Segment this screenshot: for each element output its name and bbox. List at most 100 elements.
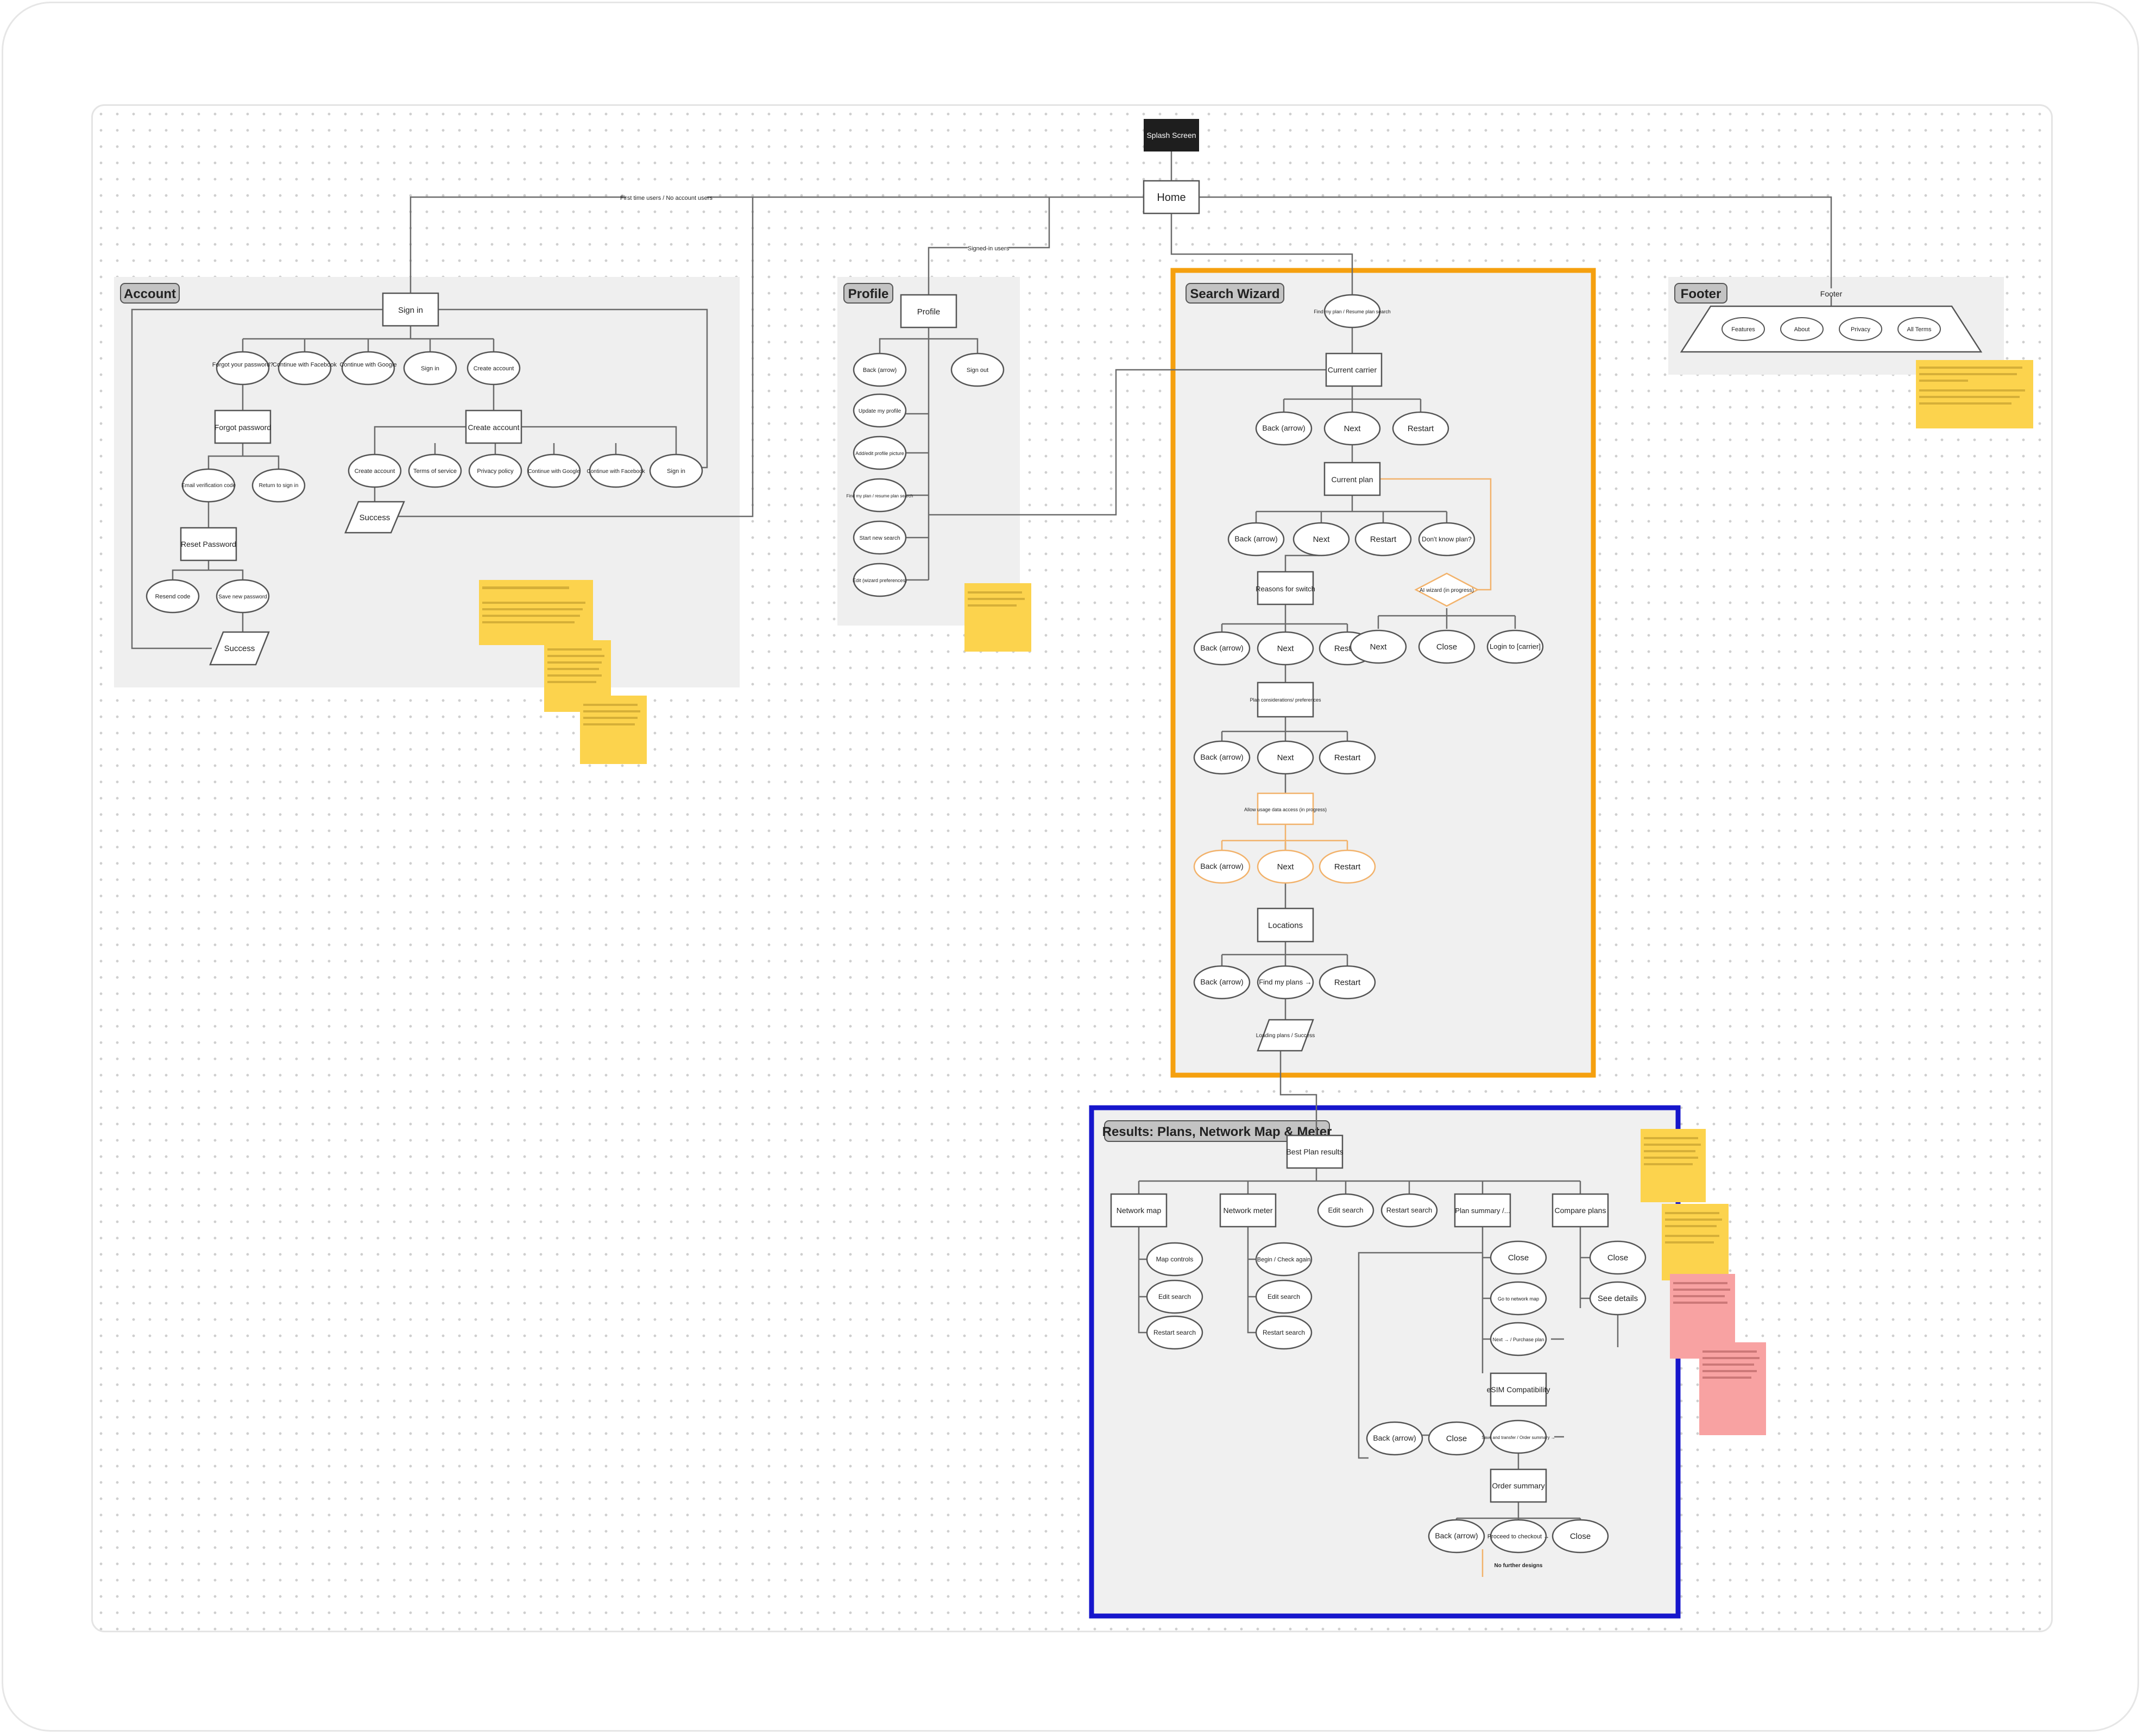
splash-screen-node: Splash Screen bbox=[1144, 119, 1199, 151]
meter-restart-search-node: Restart search bbox=[1255, 1315, 1313, 1350]
plan-considerations-node: Plan considerations/ preferences bbox=[1250, 681, 1321, 718]
svg-text:Map controls: Map controls bbox=[1156, 1255, 1194, 1263]
svg-text:Sign in: Sign in bbox=[421, 365, 439, 372]
find-my-plans-node: Find my plans → bbox=[1257, 965, 1314, 1000]
svg-text:Edit search: Edit search bbox=[1268, 1293, 1300, 1301]
wizard-restart-node: Restart bbox=[1319, 849, 1376, 884]
svg-text:Restart: Restart bbox=[1334, 753, 1361, 762]
svg-text:eSIM Compatibility: eSIM Compatibility bbox=[1487, 1385, 1550, 1394]
svg-text:Edit (wizard preferences): Edit (wizard preferences) bbox=[853, 578, 907, 583]
esim-back-node: Back (arrow) bbox=[1366, 1421, 1423, 1456]
order-close-node: Close bbox=[1552, 1519, 1609, 1554]
sticky-note bbox=[1641, 1129, 1706, 1202]
svg-text:Allow usage data access (in pr: Allow usage data access (in progress) bbox=[1244, 807, 1327, 812]
edit-profile-picture-node: Add/edit profile picture bbox=[853, 435, 907, 470]
svg-text:Restart search: Restart search bbox=[1263, 1329, 1305, 1336]
svg-text:Edit search: Edit search bbox=[1328, 1206, 1363, 1214]
network-map-node: Network map bbox=[1110, 1193, 1168, 1228]
svg-text:Back (arrow): Back (arrow) bbox=[1200, 977, 1243, 986]
svg-text:Continue with Google: Continue with Google bbox=[339, 362, 396, 368]
wizard-back-node: Back (arrow) bbox=[1193, 631, 1251, 666]
svg-text:Close: Close bbox=[1508, 1253, 1529, 1262]
svg-text:Plan summary /...: Plan summary /... bbox=[1455, 1207, 1510, 1215]
svg-text:Current plan: Current plan bbox=[1331, 475, 1373, 484]
svg-text:Home: Home bbox=[1157, 192, 1185, 204]
svg-text:Best Plan results: Best Plan results bbox=[1286, 1147, 1343, 1156]
resend-code-node: Resend code bbox=[146, 579, 200, 614]
svg-text:Create account: Create account bbox=[355, 468, 395, 475]
locations-node: Locations bbox=[1257, 907, 1314, 943]
svg-text:Search Wizard: Search Wizard bbox=[1190, 287, 1279, 301]
svg-text:Add/edit profile picture: Add/edit profile picture bbox=[855, 451, 904, 456]
wizard-restart-node: Restart bbox=[1354, 522, 1412, 557]
wizard-back-node: Back (arrow) bbox=[1193, 965, 1251, 1000]
svg-text:Create account: Create account bbox=[468, 423, 520, 432]
svg-text:Save and transfer / Order summ: Save and transfer / Order summary → bbox=[1481, 1435, 1555, 1440]
svg-text:Success: Success bbox=[224, 644, 255, 653]
svg-text:Current carrier: Current carrier bbox=[1328, 365, 1377, 374]
wizard-next-node: Next bbox=[1257, 631, 1314, 666]
wizard-back-node: Back (arrow) bbox=[1193, 849, 1251, 884]
sticky-note bbox=[479, 580, 593, 645]
svg-text:About: About bbox=[1794, 326, 1810, 333]
svg-text:Order summary: Order summary bbox=[1492, 1481, 1544, 1490]
svg-text:Back (arrow): Back (arrow) bbox=[1373, 1434, 1416, 1442]
svg-text:Splash Screen: Splash Screen bbox=[1146, 131, 1196, 140]
svg-text:Network meter: Network meter bbox=[1223, 1206, 1272, 1215]
return-to-sign-in-node: Return to sign in bbox=[251, 468, 306, 503]
reasons-for-switch-node: Reasons for switch bbox=[1256, 571, 1315, 605]
sticky-note bbox=[580, 696, 647, 764]
svg-text:Save new password: Save new password bbox=[218, 594, 267, 600]
svg-text:Close: Close bbox=[1607, 1253, 1628, 1262]
svg-text:Find my plan / resume plan sea: Find my plan / resume plan search bbox=[847, 494, 913, 498]
ai-close-node: Close bbox=[1418, 629, 1475, 664]
svg-text:Login to [carrier]: Login to [carrier] bbox=[1490, 642, 1541, 651]
svg-text:Back (arrow): Back (arrow) bbox=[1262, 424, 1305, 432]
order-back-node: Back (arrow) bbox=[1428, 1519, 1485, 1554]
go-to-network-map-node: Go to network map bbox=[1490, 1281, 1547, 1316]
svg-text:Privacy: Privacy bbox=[1851, 326, 1871, 333]
flowchart-canvas: Account Profile Search Wizard Footer Res… bbox=[0, 0, 2144, 1736]
ai-next-node: Next bbox=[1350, 629, 1407, 664]
create-account-node: Create account bbox=[465, 409, 522, 444]
continue-google-2-node: Continue with Google bbox=[527, 453, 581, 488]
wizard-next-node: Next bbox=[1257, 740, 1314, 775]
svg-text:Restart: Restart bbox=[1370, 535, 1397, 544]
profile-section-title: Profile bbox=[843, 283, 893, 304]
wizard-back-node: Back (arrow) bbox=[1193, 740, 1251, 775]
svg-text:Restart: Restart bbox=[1408, 424, 1434, 433]
svg-text:All Terms: All Terms bbox=[1907, 326, 1932, 333]
svg-text:Continue with Facebook: Continue with Facebook bbox=[273, 362, 337, 368]
next-purchase-plan-node: Next → / Purchase plan bbox=[1490, 1322, 1547, 1356]
svg-text:Next: Next bbox=[1313, 535, 1330, 544]
svg-text:Update my profile: Update my profile bbox=[859, 408, 901, 414]
svg-text:Back (arrow): Back (arrow) bbox=[1200, 643, 1243, 652]
reset-password-node: Reset Password bbox=[180, 527, 237, 561]
wizard-restart-node: Restart bbox=[1319, 740, 1376, 775]
svg-text:Forgot password: Forgot password bbox=[215, 423, 271, 432]
wizard-restart-node: Restart bbox=[1319, 965, 1376, 1000]
terms-of-service-node: Terms of service bbox=[408, 453, 462, 488]
svg-text:Restart search: Restart search bbox=[1153, 1329, 1196, 1336]
svg-text:Next: Next bbox=[1277, 753, 1295, 762]
begin-check-again-node: Begin / Check again bbox=[1255, 1242, 1313, 1277]
svg-text:Back (arrow): Back (arrow) bbox=[1200, 862, 1243, 870]
plan-close-node: Close bbox=[1490, 1240, 1547, 1275]
svg-text:Sign in: Sign in bbox=[398, 306, 423, 315]
svg-text:Resend code: Resend code bbox=[155, 594, 191, 600]
svg-text:Success: Success bbox=[360, 513, 390, 522]
svg-text:Back (arrow): Back (arrow) bbox=[1234, 534, 1277, 543]
flowchart-diagram: Account Profile Search Wizard Footer Res… bbox=[114, 119, 2033, 1619]
search-wizard-section-title: Search Wizard bbox=[1185, 283, 1284, 304]
footer-privacy-node: Privacy bbox=[1839, 317, 1882, 341]
svg-text:Next: Next bbox=[1277, 644, 1295, 653]
svg-text:Features: Features bbox=[1731, 326, 1755, 333]
forgot-password-node: Forgot password bbox=[214, 409, 272, 444]
current-plan-node: Current plan bbox=[1323, 462, 1381, 496]
save-new-password-node: Save new password bbox=[216, 579, 270, 614]
svg-text:Create account: Create account bbox=[474, 365, 514, 372]
svg-text:Compare plans: Compare plans bbox=[1555, 1206, 1606, 1215]
svg-text:Start new search: Start new search bbox=[859, 535, 900, 541]
wizard-back-node: Back (arrow) bbox=[1227, 522, 1285, 557]
esim-close-node: Close bbox=[1428, 1421, 1485, 1456]
